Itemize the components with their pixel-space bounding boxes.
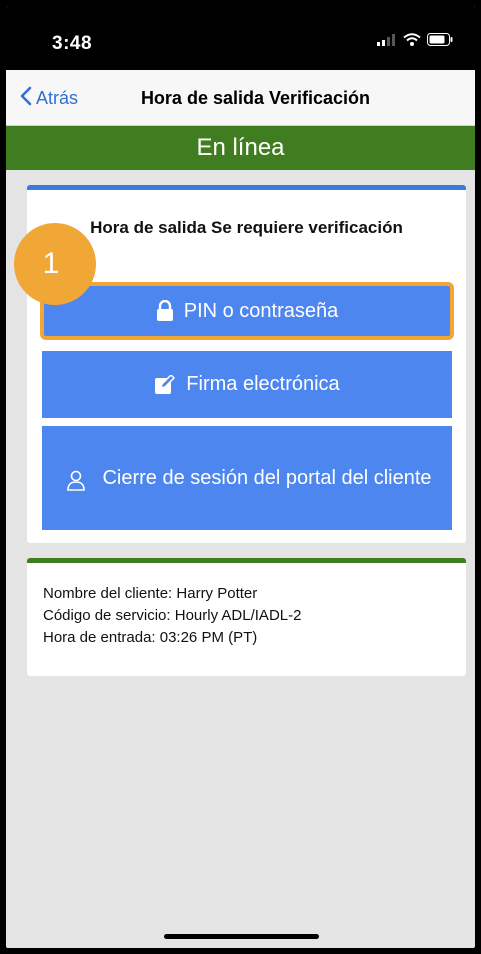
- verification-title: Hora de salida Se requiere verificación: [90, 218, 403, 237]
- lock-icon: [156, 300, 174, 322]
- status-icons: [377, 33, 453, 51]
- electronic-signature-label: Firma electrónica: [186, 373, 340, 395]
- signature-icon: [154, 374, 176, 395]
- battery-icon: [427, 33, 453, 51]
- client-portal-logout-label: Cierre de sesión del portal del cliente: [102, 467, 432, 489]
- verification-card: Hora de salida Se requiere verificación …: [27, 185, 466, 543]
- navigation-bar: Atrás Hora de salida Verificación: [6, 70, 475, 126]
- person-icon: [66, 470, 86, 492]
- pin-password-label: PIN o contraseña: [183, 299, 339, 322]
- client-info-card: Nombre del cliente: Harry Potter Código …: [27, 558, 466, 676]
- status-bar: 3:48: [6, 6, 475, 70]
- electronic-signature-button[interactable]: Firma electrónica: [42, 351, 452, 418]
- checkin-time: Hora de entrada: 03:26 PM (PT): [43, 629, 258, 646]
- step-marker-badge: 1: [14, 223, 96, 305]
- page-title: Hora de salida Verificación: [140, 88, 371, 108]
- client-portal-logout-button[interactable]: Cierre de sesión del portal del cliente: [42, 426, 452, 530]
- status-time: 3:48: [52, 33, 93, 54]
- home-indicator[interactable]: [164, 934, 319, 939]
- signal-icon: [377, 33, 397, 51]
- pin-password-button[interactable]: PIN o contraseña: [40, 282, 454, 340]
- client-name: Nombre del cliente: Harry Potter: [43, 585, 258, 602]
- wifi-icon: [403, 33, 421, 51]
- online-status-banner: En línea: [6, 126, 475, 170]
- phone-screen: 3:48 Atrás Hora de salida Verificación E…: [6, 6, 475, 948]
- service-code: Código de servicio: Hourly ADL/IADL-2: [43, 607, 302, 624]
